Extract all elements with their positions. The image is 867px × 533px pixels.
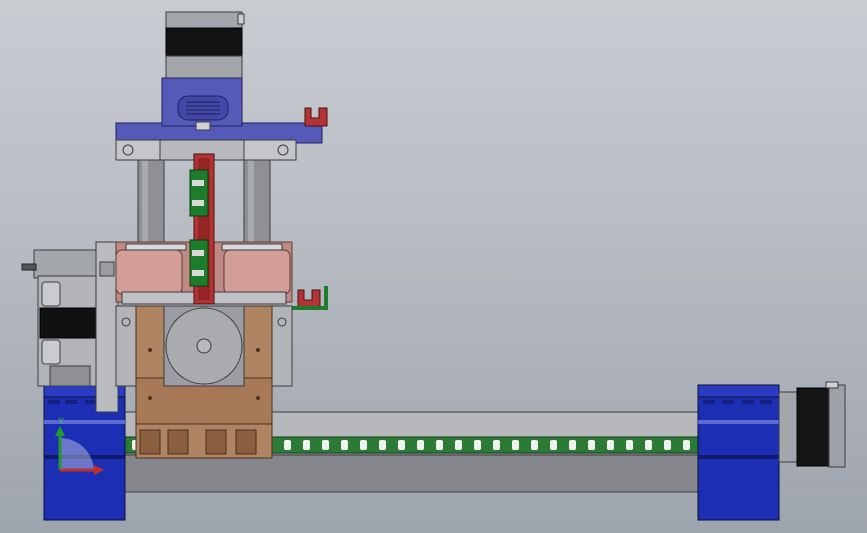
belt-slot — [284, 440, 291, 450]
belt-slot — [683, 440, 690, 450]
belt-slot — [607, 440, 614, 450]
corner-bracket-top — [304, 107, 328, 127]
belt-slot — [341, 440, 348, 450]
cad-viewport[interactable]: Y — [0, 0, 867, 533]
gearbox-housing — [161, 77, 243, 131]
carriage-motor — [163, 305, 245, 387]
belt-slot — [626, 440, 633, 450]
belt-slot — [398, 440, 405, 450]
belt-slot — [360, 440, 367, 450]
belt-slot — [588, 440, 595, 450]
side-plate — [95, 241, 119, 413]
belt-slot — [645, 440, 652, 450]
belt-slot — [664, 440, 671, 450]
cnc-assembly-drawing: Y — [21, 11, 846, 521]
belt-slot — [493, 440, 500, 450]
belt-slot — [550, 440, 557, 450]
belt-slot — [379, 440, 386, 450]
belt-slot — [303, 440, 310, 450]
top-mount-plate — [115, 122, 323, 161]
right-end-block — [697, 384, 780, 521]
triad-y-label: Y — [58, 416, 64, 426]
belt-slot — [569, 440, 576, 450]
end-motor — [778, 381, 846, 468]
top-motor — [165, 11, 245, 79]
belt-slot — [417, 440, 424, 450]
belt-slot — [436, 440, 443, 450]
drag-chain — [189, 153, 215, 305]
side-motor — [21, 249, 99, 387]
belt-slot — [322, 440, 329, 450]
belt-slot — [531, 440, 538, 450]
belt-slot — [512, 440, 519, 450]
belt-slot — [474, 440, 481, 450]
belt-slot — [455, 440, 462, 450]
